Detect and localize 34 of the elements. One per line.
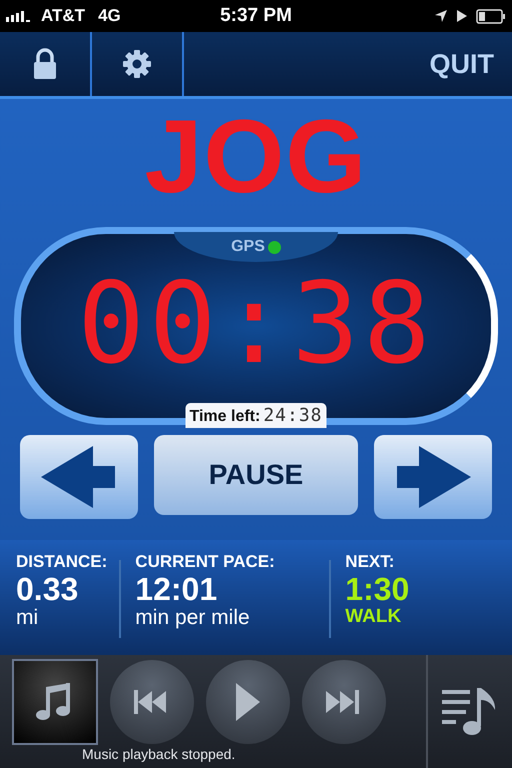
left-arrow-icon [41,446,117,508]
gps-label: GPS [231,238,265,256]
mode-title: JOG [144,101,368,213]
stat-label: NEXT: [345,552,396,572]
pause-button[interactable]: PAUSE [154,435,358,515]
album-art[interactable] [12,659,98,745]
stat-value: 1:30 [345,572,410,606]
stat-value: 0.33 [16,572,80,606]
network-label: 4G [98,6,121,26]
playlist-button[interactable] [442,688,498,736]
time-left-value: 24:38 [263,405,322,426]
stat-unit: mi [16,606,40,630]
next-button[interactable] [374,435,492,519]
previous-button[interactable] [20,435,138,519]
carrier-label: AT&T [41,6,86,26]
quit-button[interactable]: QUIT [412,32,512,96]
stat-unit: WALK [345,606,402,628]
battery-icon [476,8,506,24]
right-arrow-icon [395,446,471,508]
playlist-icon [442,688,498,736]
clock-time: 5:37 PM [220,5,292,27]
stat-value: 12:01 [135,572,218,606]
gear-icon [122,49,152,79]
time-left-label: Time left: [190,408,260,426]
stat-label: DISTANCE: [16,552,108,572]
location-arrow-icon [434,9,448,23]
elapsed-time: 00:38 [77,268,435,380]
play-icon [235,682,261,722]
play-icon [456,9,468,23]
lock-icon [33,48,57,80]
stat-label: CURRENT PACE: [135,552,276,572]
skip-forward-icon [326,689,362,715]
stat-unit: min per mile [135,606,251,630]
music-status-text: Music playback stopped. [82,746,236,762]
